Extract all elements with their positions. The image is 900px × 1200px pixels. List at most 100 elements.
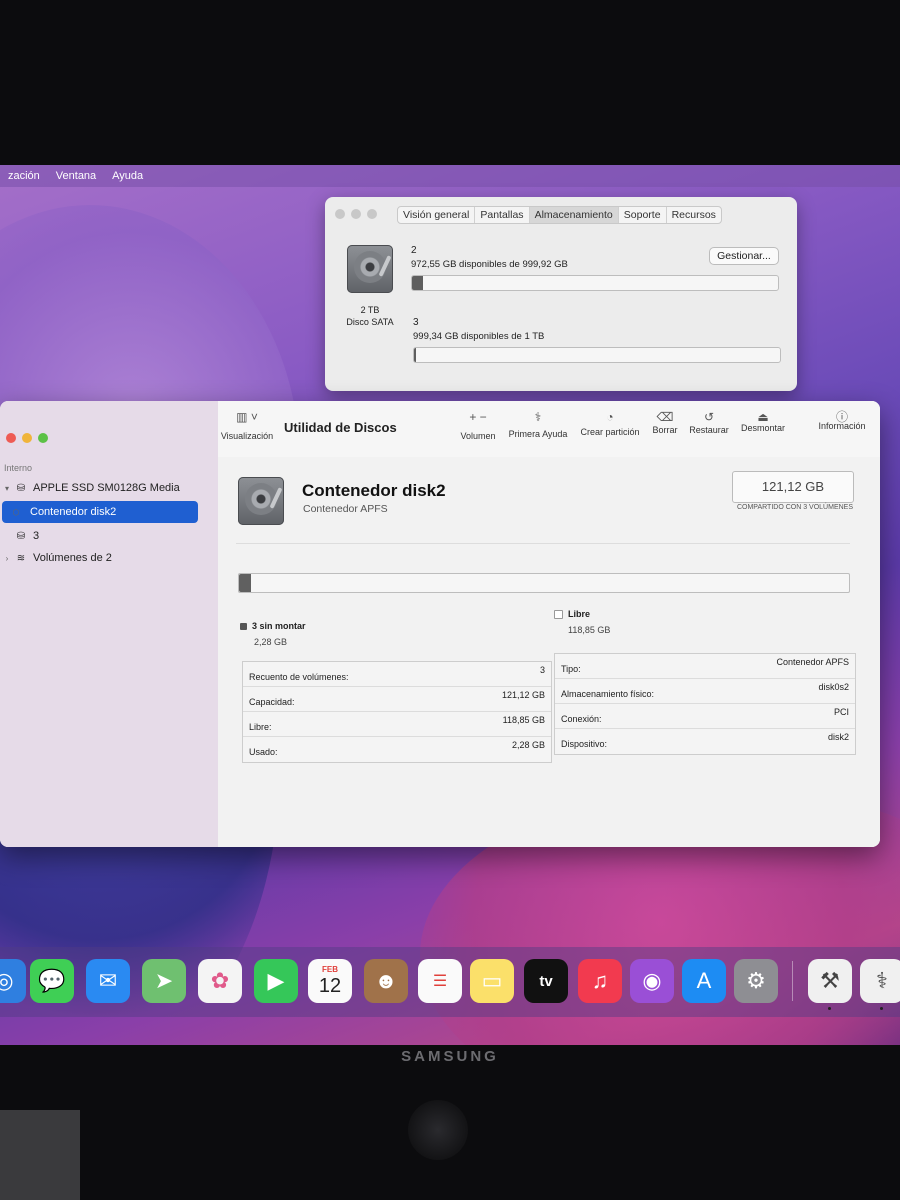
legend-free-swatch — [554, 610, 563, 620]
first-aid-label: Primera Ayuda — [508, 429, 568, 439]
table-row: Usado: 2,28 GB — [243, 737, 551, 761]
dock: ◎ 💬 ✉ ➤ ✿ ▶ FEB 12 ☻ ☰ ▭ tv ♫ ◉ A ⚙ ⚒ ⚕ — [0, 947, 900, 1017]
volume-button[interactable]: + − Volumen — [458, 409, 498, 441]
info-button[interactable]: ⓘ Información — [814, 409, 870, 431]
restore-button[interactable]: ↺ Restaurar — [686, 409, 732, 435]
drive-icon: ⛁ — [16, 530, 26, 542]
disk-utility-icon[interactable]: ⚕ — [860, 959, 900, 1003]
system-preferences-icon[interactable]: ⚙ — [734, 959, 778, 1003]
row-value: disk0s2 — [818, 682, 849, 692]
music-icon[interactable]: ♫ — [578, 959, 622, 1003]
close-icon[interactable] — [6, 433, 16, 443]
calendar-day: 12 — [318, 975, 342, 997]
container-usage-bar — [238, 573, 850, 593]
view-button[interactable]: ▥ ˅ Visualización — [218, 409, 276, 441]
table-row: Conexión: PCI — [555, 704, 855, 729]
facetime-icon[interactable]: ▶ — [254, 959, 298, 1003]
storage-info-window: Visión general Pantallas Almacenamiento … — [325, 197, 797, 391]
zoom-icon[interactable] — [38, 433, 48, 443]
plus-minus-icon: + − — [469, 410, 487, 424]
partition-button[interactable]: ◔ Crear partición — [578, 409, 642, 437]
window-controls — [335, 209, 377, 219]
unmount-button[interactable]: ⏏ Desmontar — [738, 409, 788, 433]
zoom-icon[interactable] — [367, 209, 377, 219]
row-value: PCI — [833, 707, 849, 717]
container-usage-fill — [239, 574, 251, 592]
mail-icon[interactable]: ✉ — [86, 959, 130, 1003]
info-label: Información — [818, 421, 866, 431]
messages-icon[interactable]: 💬 — [30, 959, 74, 1003]
row-key: Almacenamiento físico: — [561, 689, 655, 699]
unmount-label: Desmontar — [740, 423, 785, 433]
legend-used-label: 3 sin montar — [252, 621, 306, 631]
tab-overview[interactable]: Visión general — [398, 207, 476, 223]
window-controls — [6, 433, 48, 443]
sidebar-item-container-disk2[interactable]: ⬡ Contenedor disk2 — [2, 501, 198, 523]
legend-free-label: Libre — [568, 609, 591, 619]
row-value: 3 — [539, 665, 545, 675]
tab-storage[interactable]: Almacenamiento — [529, 207, 619, 223]
disk-type: Disco SATA — [346, 317, 394, 327]
app-store-icon[interactable]: A — [682, 959, 726, 1003]
row-value: 2,28 GB — [511, 740, 545, 750]
volume-usage-fill — [412, 276, 423, 290]
manage-button[interactable]: Gestionar... — [709, 247, 779, 265]
layers-icon: ≋ — [16, 552, 26, 564]
volume-label: Volumen — [460, 431, 496, 441]
monitor-brand-logo: SAMSUNG — [401, 1048, 499, 1065]
chevron-right-icon[interactable]: › — [0, 554, 14, 563]
container-name: Contenedor disk2 — [302, 481, 446, 500]
podcasts-icon[interactable]: ◉ — [630, 959, 674, 1003]
sidebar-item-label: APPLE SSD SM0128G Media — [33, 482, 180, 494]
sidebar-item-volume-3[interactable]: ⛁ 3 — [14, 525, 39, 547]
tab-support[interactable]: Soporte — [619, 207, 667, 223]
table-row: Capacidad: 121,12 GB — [243, 687, 551, 712]
reminders-icon[interactable]: ☰ — [418, 959, 462, 1003]
row-value: disk2 — [827, 732, 849, 742]
menu-item-window[interactable]: Ventana — [48, 170, 104, 182]
dock-separator — [792, 961, 793, 1001]
contacts-icon[interactable]: ☻ — [364, 959, 408, 1003]
main-panel: Contenedor disk2 Contenedor APFS 121,12 … — [218, 457, 880, 847]
volume-detail: 972,55 GB disponibles de 999,92 GB — [411, 259, 568, 270]
notes-icon[interactable]: ▭ — [470, 959, 514, 1003]
eraser-icon: ⌫ — [656, 410, 674, 424]
row-key: Usado: — [249, 747, 278, 757]
minimize-icon[interactable] — [351, 209, 361, 219]
chevron-down-icon[interactable]: ▾ — [0, 484, 14, 493]
menu-item-help[interactable]: Ayuda — [104, 170, 151, 182]
disk-size: 2 TB — [360, 305, 380, 315]
menu-item-view[interactable]: zación — [0, 170, 48, 182]
system-information-icon[interactable]: ⚒ — [808, 959, 852, 1003]
first-aid-button[interactable]: ⚕ Primera Ayuda — [506, 409, 570, 439]
safari-icon[interactable]: ◎ — [0, 959, 26, 1003]
sidebar-item-label: 3 — [33, 530, 40, 542]
row-key: Capacidad: — [249, 697, 295, 707]
photos-icon[interactable]: ✿ — [198, 959, 242, 1003]
row-value: 118,85 GB — [502, 715, 545, 725]
close-icon[interactable] — [335, 209, 345, 219]
tab-displays[interactable]: Pantallas — [475, 207, 530, 223]
partition-label: Crear partición — [580, 427, 640, 437]
sidebar-item-apple-ssd[interactable]: ▾ ⛁ APPLE SSD SM0128G Media — [0, 477, 210, 499]
minimize-icon[interactable] — [22, 433, 32, 443]
row-key: Dispositivo: — [561, 739, 608, 749]
erase-button[interactable]: ⌫ Borrar — [648, 409, 682, 435]
sidebar: Interno ▾ ⛁ APPLE SSD SM0128G Media ⬡ Co… — [0, 401, 219, 847]
sidebar-item-volumes-of-2[interactable]: › ≋ Volúmenes de 2 — [0, 547, 112, 569]
apple-tv-icon[interactable]: tv — [524, 959, 568, 1003]
volume-usage-fill — [414, 348, 416, 362]
stethoscope-icon: ⚕ — [534, 410, 542, 424]
hard-drive-icon — [347, 245, 393, 293]
volume-name: 3 — [413, 317, 419, 328]
maps-icon[interactable]: ➤ — [142, 959, 186, 1003]
view-label: Visualización — [220, 431, 274, 441]
info-tabs: Visión general Pantallas Almacenamiento … — [397, 206, 722, 224]
capacity-box: 121,12 GB — [732, 471, 854, 503]
calendar-icon[interactable]: FEB 12 — [308, 959, 352, 1003]
tab-resources[interactable]: Recursos — [667, 207, 721, 223]
restore-label: Restaurar — [689, 425, 729, 435]
table-row: Almacenamiento físico: disk0s2 — [555, 679, 855, 704]
table-row: Tipo: Contenedor APFS — [555, 654, 855, 679]
legend-used-swatch — [240, 623, 247, 631]
